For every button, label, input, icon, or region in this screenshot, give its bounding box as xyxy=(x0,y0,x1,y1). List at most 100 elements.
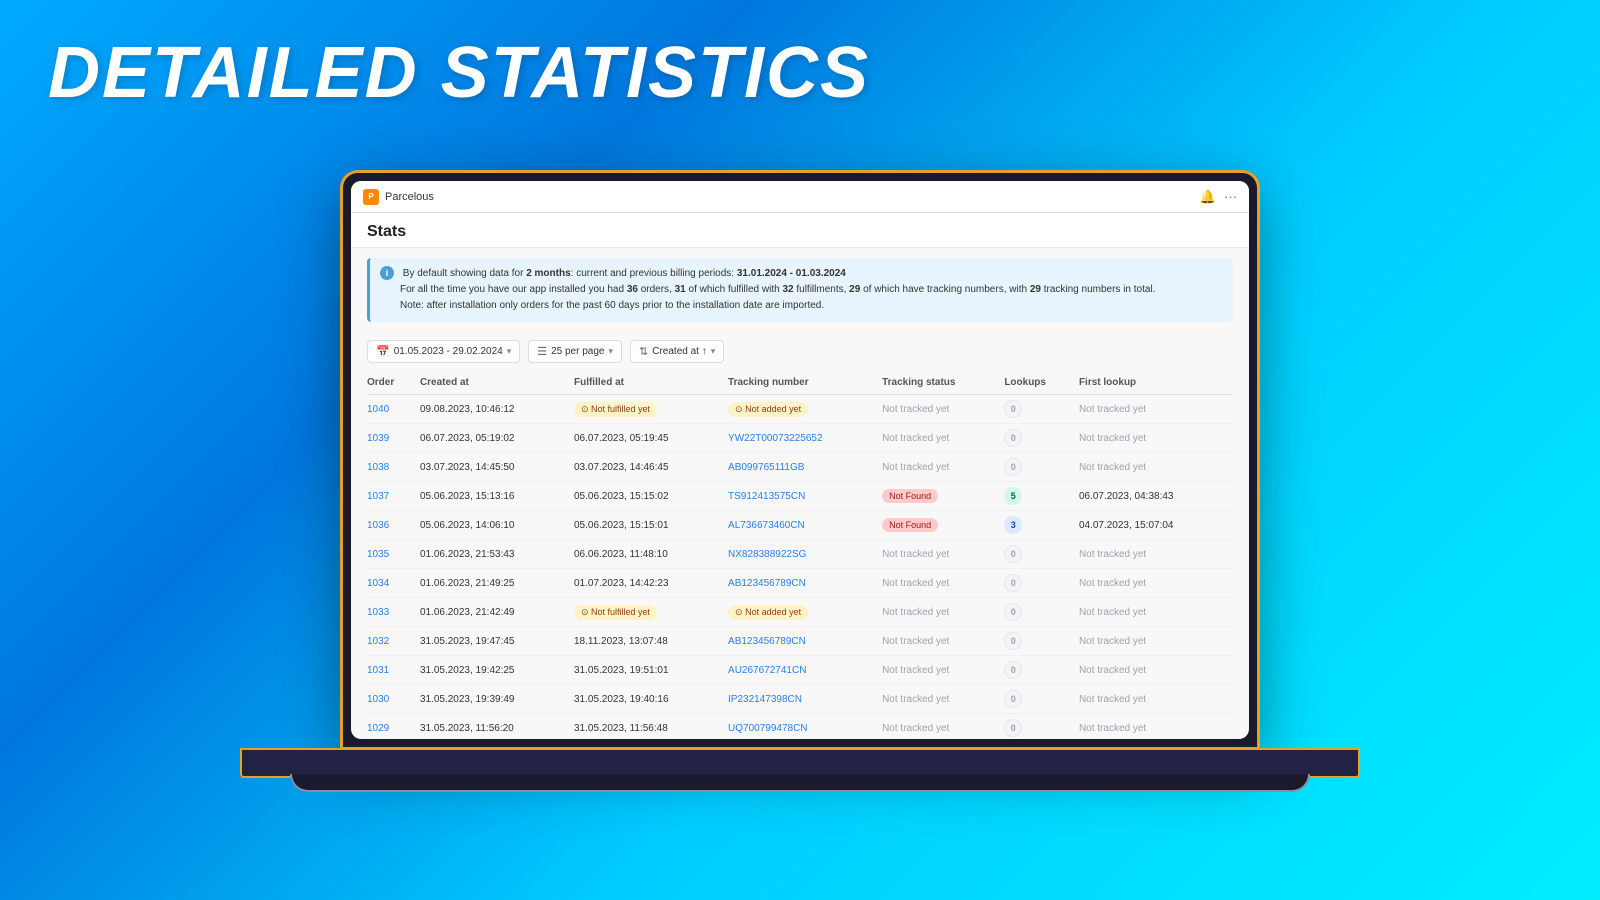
lookups-count: 0 xyxy=(1004,656,1079,685)
page-header: Stats xyxy=(351,213,1249,248)
tracking-link[interactable]: IP232147398CN xyxy=(728,694,802,705)
lookup-badge: 0 xyxy=(1004,545,1022,563)
fulfilled-at: 01.07.2023, 14:42:23 xyxy=(574,569,728,598)
lookups-count: 0 xyxy=(1004,569,1079,598)
order-link[interactable]: 1038 xyxy=(367,462,389,473)
col-created: Created at xyxy=(420,371,574,395)
info-icon: i xyxy=(380,266,394,280)
tracking-status: Not tracked yet xyxy=(882,540,1004,569)
lookup-badge: 0 xyxy=(1004,429,1022,447)
list-icon: ☰ xyxy=(537,345,547,358)
dates-bold: 31.01.2024 - 01.03.2024 xyxy=(737,268,846,279)
order-link[interactable]: 1034 xyxy=(367,578,389,589)
sort-filter[interactable]: ⇅ Created at ↑ ▾ xyxy=(630,340,724,363)
chevron-down-icon-2: ▾ xyxy=(608,346,613,357)
fulfilled-at: 03.07.2023, 14:46:45 xyxy=(574,453,728,482)
calendar-icon: 📅 xyxy=(376,345,390,358)
laptop-stand xyxy=(290,774,1310,792)
info-line3: Note: after installation only orders for… xyxy=(400,300,824,311)
per-page-label: 25 per page xyxy=(551,346,604,357)
fulfillments-count: 32 xyxy=(782,284,793,295)
laptop-shell: P Parcelous 🔔 ··· Stats i By default sho… xyxy=(340,170,1260,750)
col-tracking: Tracking number xyxy=(728,371,882,395)
first-lookup: Not tracked yet xyxy=(1079,540,1233,569)
info-line1: By default showing data for 2 months: cu… xyxy=(403,268,846,279)
col-order: Order xyxy=(367,371,420,395)
tracking-status: Not tracked yet xyxy=(882,395,1004,424)
created-at: 01.06.2023, 21:53:43 xyxy=(420,540,574,569)
table-body: 104009.08.2023, 10:46:12⊙ Not fulfilled … xyxy=(367,395,1233,740)
table-row: 103131.05.2023, 19:42:2531.05.2023, 19:5… xyxy=(367,656,1233,685)
lookup-badge: 3 xyxy=(1004,516,1022,534)
tracking-number: IP232147398CN xyxy=(728,685,882,714)
order-link[interactable]: 1031 xyxy=(367,665,389,676)
lookup-badge: 5 xyxy=(1004,487,1022,505)
tracking-status: Not Found xyxy=(882,482,1004,511)
notification-icon[interactable]: 🔔 xyxy=(1200,189,1216,205)
months-bold: 2 months xyxy=(526,268,570,279)
tracking-link[interactable]: TS912413575CN xyxy=(728,491,805,502)
table-row: 103401.06.2023, 21:49:2501.07.2023, 14:4… xyxy=(367,569,1233,598)
first-lookup: Not tracked yet xyxy=(1079,453,1233,482)
order-link[interactable]: 1039 xyxy=(367,433,389,444)
fulfilled-at: 05.06.2023, 15:15:02 xyxy=(574,482,728,511)
lookups-count: 3 xyxy=(1004,511,1079,540)
first-lookup: Not tracked yet xyxy=(1079,598,1233,627)
table-header: Order Created at Fulfilled at Tracking n… xyxy=(367,371,1233,395)
fulfilled-at: ⊙ Not fulfilled yet xyxy=(574,598,728,627)
table-row: 104009.08.2023, 10:46:12⊙ Not fulfilled … xyxy=(367,395,1233,424)
per-page-filter[interactable]: ☰ 25 per page ▾ xyxy=(528,340,622,363)
created-at: 31.05.2023, 19:42:25 xyxy=(420,656,574,685)
created-at: 31.05.2023, 19:47:45 xyxy=(420,627,574,656)
tracking-link[interactable]: NX828388922SG xyxy=(728,549,806,560)
table-row: 103906.07.2023, 05:19:0206.07.2023, 05:1… xyxy=(367,424,1233,453)
first-lookup: Not tracked yet xyxy=(1079,395,1233,424)
order-link[interactable]: 1033 xyxy=(367,607,389,618)
lookups-count: 5 xyxy=(1004,482,1079,511)
order-link[interactable]: 1035 xyxy=(367,549,389,560)
tracking-number: AB099765111GB xyxy=(728,453,882,482)
fulfilled-at: 18.11.2023, 13:07:48 xyxy=(574,627,728,656)
page-title: DETAILED STATISTICS xyxy=(48,32,870,114)
tracking-link[interactable]: YW22T00073225652 xyxy=(728,433,823,444)
orders-table: Order Created at Fulfilled at Tracking n… xyxy=(367,371,1233,739)
lookup-badge: 0 xyxy=(1004,458,1022,476)
status-badge: Not Found xyxy=(882,518,938,532)
top-bar-left: P Parcelous xyxy=(363,189,434,205)
info-line2: For all the time you have our app instal… xyxy=(400,284,1155,295)
fulfilled-count: 31 xyxy=(675,284,686,295)
tracking-link[interactable]: AU267672741CN xyxy=(728,665,806,676)
fulfilled-at: ⊙ Not fulfilled yet xyxy=(574,395,728,424)
first-lookup: 04.07.2023, 15:07:04 xyxy=(1079,511,1233,540)
lookup-badge: 0 xyxy=(1004,400,1022,418)
lookup-badge: 0 xyxy=(1004,661,1022,679)
date-range-label: 01.05.2023 - 29.02.2024 xyxy=(394,346,503,357)
tracking-badge: ⊙ Not added yet xyxy=(728,402,808,417)
lookup-badge: 0 xyxy=(1004,632,1022,650)
tracking-number: AB123456789CN xyxy=(728,569,882,598)
first-lookup: Not tracked yet xyxy=(1079,714,1233,740)
date-range-filter[interactable]: 📅 01.05.2023 - 29.02.2024 ▾ xyxy=(367,340,520,363)
tracking-link[interactable]: UQ700799478CN xyxy=(728,723,808,734)
tracking-status: Not tracked yet xyxy=(882,627,1004,656)
tracking-number: YW22T00073225652 xyxy=(728,424,882,453)
order-link[interactable]: 1040 xyxy=(367,404,389,415)
tracking-link[interactable]: AL736673460CN xyxy=(728,520,805,531)
first-lookup: Not tracked yet xyxy=(1079,627,1233,656)
col-status: Tracking status xyxy=(882,371,1004,395)
orders-table-wrapper: Order Created at Fulfilled at Tracking n… xyxy=(351,371,1249,739)
fulfilled-at: 31.05.2023, 19:40:16 xyxy=(574,685,728,714)
order-link[interactable]: 1029 xyxy=(367,723,389,734)
order-link[interactable]: 1037 xyxy=(367,491,389,502)
tracking-link[interactable]: AB123456789CN xyxy=(728,636,806,647)
order-link[interactable]: 1032 xyxy=(367,636,389,647)
order-link[interactable]: 1036 xyxy=(367,520,389,531)
tracking-link[interactable]: AB123456789CN xyxy=(728,578,806,589)
fulfilled-at: 06.07.2023, 05:19:45 xyxy=(574,424,728,453)
order-link[interactable]: 1030 xyxy=(367,694,389,705)
more-icon[interactable]: ··· xyxy=(1224,189,1237,204)
col-first-lookup: First lookup xyxy=(1079,371,1233,395)
fulfilled-at: 31.05.2023, 11:56:48 xyxy=(574,714,728,740)
created-at: 31.05.2023, 11:56:20 xyxy=(420,714,574,740)
tracking-link[interactable]: AB099765111GB xyxy=(728,462,804,473)
